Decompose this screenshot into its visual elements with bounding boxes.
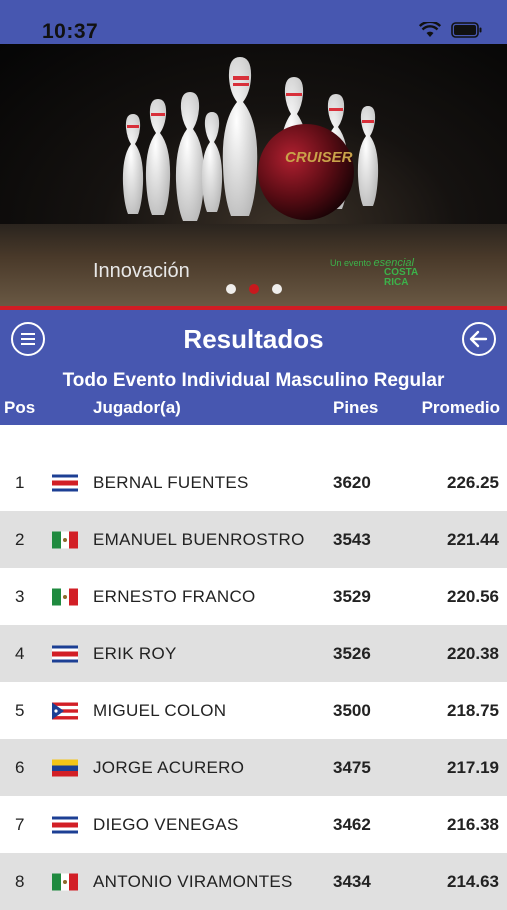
venezuela-flag-icon [52, 759, 78, 776]
battery-icon [451, 22, 482, 38]
banner-carousel[interactable]: CRUISER Innovación Un evento esencial CO… [0, 44, 507, 309]
ball-brand-text: CRUISER [285, 149, 353, 166]
column-header-pos: Pos [4, 398, 36, 417]
pins-value: 3543 [333, 529, 371, 549]
position: 7 [15, 814, 25, 834]
player-name: MIGUEL COLON [93, 700, 227, 720]
position: 1 [15, 472, 25, 492]
player-name: ERIK ROY [93, 643, 177, 663]
table-row[interactable]: 8 ANTONIO VIRAMONTES 3434 214.63 [0, 853, 507, 910]
table-row[interactable]: 7 DIEGO VENEGAS 3462 216.38 [0, 796, 507, 853]
mexico-flag-icon [52, 873, 78, 890]
player-name: BERNAL FUENTES [93, 472, 249, 492]
costa-rica-flag-icon [52, 816, 78, 833]
average-value: 226.25 [447, 472, 499, 492]
wifi-icon [419, 22, 441, 37]
pins-value: 3526 [333, 643, 371, 663]
table-row[interactable]: 2 EMANUEL BUENROSTRO 3543 221.44 [0, 511, 507, 568]
event-subtitle: Todo Evento Individual Masculino Regular [62, 370, 445, 391]
table-row[interactable]: 5 MIGUEL COLON 3500 218.75 [0, 682, 507, 739]
page-title: Resultados [183, 324, 324, 354]
puerto-rico-flag-icon [52, 702, 78, 719]
back-button[interactable] [462, 322, 496, 356]
status-icons [419, 22, 483, 38]
pins-value: 3500 [333, 700, 371, 720]
average-value: 220.56 [447, 586, 499, 606]
mexico-flag-icon [52, 588, 78, 605]
player-name: DIEGO VENEGAS [93, 814, 239, 834]
table-row[interactable]: 3 ERNESTO FRANCO 3529 220.56 [0, 568, 507, 625]
pins-value: 3529 [333, 586, 371, 606]
player-name: EMANUEL BUENROSTRO [93, 529, 305, 549]
table-row[interactable]: 6 JORGE ACURERO 3475 217.19 [0, 739, 507, 796]
position: 4 [15, 643, 25, 663]
player-name: ANTONIO VIRAMONTES [93, 871, 293, 891]
average-value: 217.19 [447, 757, 499, 777]
table-row[interactable]: 4 ERIK ROY 3526 220.38 [0, 625, 507, 682]
average-value: 218.75 [447, 700, 499, 720]
position: 5 [15, 700, 25, 720]
banner-caption: Innovación [93, 260, 190, 282]
pins-value: 3434 [333, 871, 371, 891]
carousel-dot[interactable] [226, 284, 236, 294]
column-header-pins: Pines [333, 398, 379, 417]
status-bar: 10:37 [0, 0, 507, 44]
position: 8 [15, 871, 25, 891]
arrow-left-icon [469, 330, 488, 348]
column-header-average: Promedio [421, 398, 500, 417]
status-time: 10:37 [42, 20, 99, 43]
pins-value: 3462 [333, 814, 371, 834]
player-name: ERNESTO FRANCO [93, 586, 256, 606]
position: 3 [15, 586, 25, 606]
position: 6 [15, 757, 25, 777]
average-value: 214.63 [447, 871, 499, 891]
average-value: 220.38 [447, 643, 499, 663]
costa-rica-flag-icon [52, 645, 78, 662]
costa-rica-logo: Un evento esencial COSTA RICA [330, 258, 418, 288]
carousel-dots [226, 284, 282, 294]
bowling-pins-image: CRUISER [122, 57, 379, 221]
results-list[interactable]: 1 BERNAL FUENTES 3620 226.25 2 EMANUEL B… [0, 425, 507, 910]
carousel-dot[interactable] [272, 284, 282, 294]
column-header-player: Jugador(a) [93, 398, 181, 417]
results-header: Resultados Todo Evento Individual Mascul… [0, 310, 507, 425]
logo-line1: Un evento [330, 258, 372, 268]
average-value: 216.38 [447, 814, 499, 834]
pins-value: 3475 [333, 757, 371, 777]
list-spacer [0, 425, 507, 454]
mexico-flag-icon [52, 531, 78, 548]
logo-line4: RICA [384, 277, 409, 288]
costa-rica-flag-icon [52, 474, 78, 491]
pins-value: 3620 [333, 472, 371, 492]
carousel-dot-active[interactable] [249, 284, 259, 294]
position: 2 [15, 529, 25, 549]
player-name: JORGE ACURERO [93, 757, 245, 777]
table-row[interactable]: 1 BERNAL FUENTES 3620 226.25 [0, 454, 507, 511]
average-value: 221.44 [447, 529, 499, 549]
